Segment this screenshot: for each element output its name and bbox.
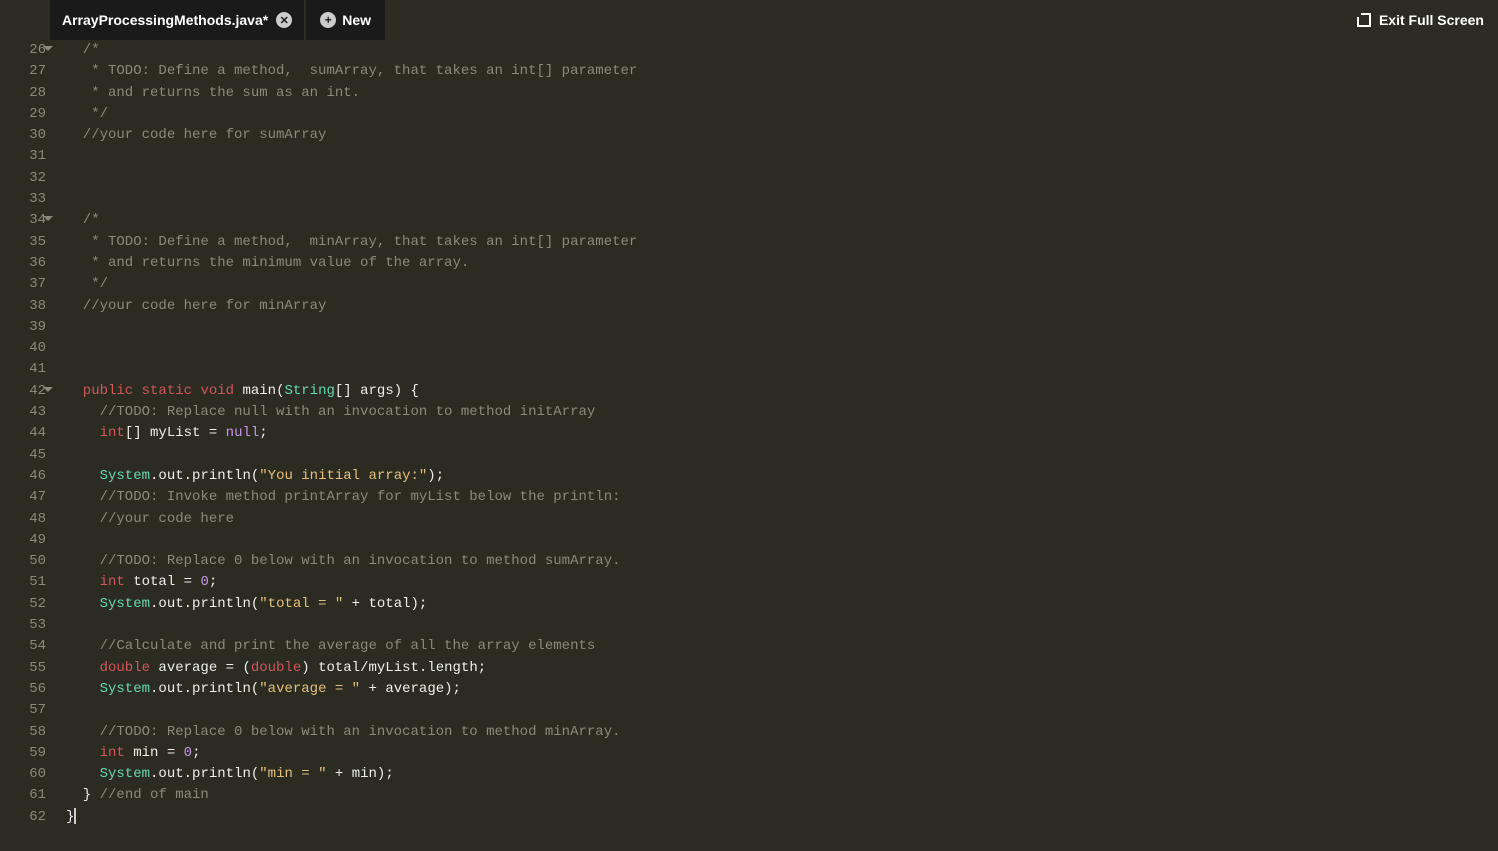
line-number: 47 bbox=[0, 487, 46, 508]
line-number: 61 bbox=[0, 785, 46, 806]
code-line[interactable] bbox=[66, 530, 1498, 551]
code-line[interactable]: * TODO: Define a method, minArray, that … bbox=[66, 232, 1498, 253]
line-number: 30 bbox=[0, 125, 46, 146]
code-line[interactable]: double average = (double) total/myList.l… bbox=[66, 658, 1498, 679]
code-line[interactable]: System.out.println("average = " + averag… bbox=[66, 679, 1498, 700]
line-number: 35 bbox=[0, 232, 46, 253]
code-line[interactable]: int total = 0; bbox=[66, 572, 1498, 593]
code-line[interactable] bbox=[66, 445, 1498, 466]
line-number: 53 bbox=[0, 615, 46, 636]
fold-icon[interactable] bbox=[43, 387, 53, 392]
code-line[interactable] bbox=[66, 168, 1498, 189]
line-number: 38 bbox=[0, 296, 46, 317]
exit-fullscreen-button[interactable]: Exit Full Screen bbox=[1357, 0, 1484, 40]
code-line[interactable] bbox=[66, 146, 1498, 167]
code-line[interactable]: //TODO: Replace 0 below with an invocati… bbox=[66, 551, 1498, 572]
line-number: 42 bbox=[0, 381, 46, 402]
code-content[interactable]: /* * TODO: Define a method, sumArray, th… bbox=[56, 40, 1498, 851]
code-line[interactable] bbox=[66, 615, 1498, 636]
code-line[interactable]: //TODO: Invoke method printArray for myL… bbox=[66, 487, 1498, 508]
line-number: 60 bbox=[0, 764, 46, 785]
line-number: 62 bbox=[0, 807, 46, 828]
line-number: 39 bbox=[0, 317, 46, 338]
code-line[interactable] bbox=[66, 189, 1498, 210]
code-line[interactable] bbox=[66, 700, 1498, 721]
tab-title: ArrayProcessingMethods.java* bbox=[62, 12, 268, 28]
line-number: 28 bbox=[0, 83, 46, 104]
new-tab-button[interactable]: + New bbox=[306, 0, 385, 40]
close-icon[interactable]: ✕ bbox=[276, 12, 292, 28]
code-line[interactable]: public static void main(String[] args) { bbox=[66, 381, 1498, 402]
code-line[interactable]: int min = 0; bbox=[66, 743, 1498, 764]
line-number: 50 bbox=[0, 551, 46, 572]
line-number: 27 bbox=[0, 61, 46, 82]
line-number: 33 bbox=[0, 189, 46, 210]
code-line[interactable]: //Calculate and print the average of all… bbox=[66, 636, 1498, 657]
exit-fullscreen-label: Exit Full Screen bbox=[1379, 12, 1484, 28]
code-line[interactable] bbox=[66, 317, 1498, 338]
text-cursor bbox=[74, 808, 76, 824]
code-line[interactable]: //TODO: Replace 0 below with an invocati… bbox=[66, 722, 1498, 743]
line-number: 43 bbox=[0, 402, 46, 423]
line-number: 29 bbox=[0, 104, 46, 125]
code-line[interactable]: //your code here for sumArray bbox=[66, 125, 1498, 146]
line-number: 48 bbox=[0, 509, 46, 530]
code-line[interactable]: //TODO: Replace null with an invocation … bbox=[66, 402, 1498, 423]
line-number: 46 bbox=[0, 466, 46, 487]
line-number: 56 bbox=[0, 679, 46, 700]
fullscreen-icon bbox=[1357, 13, 1371, 27]
fold-icon[interactable] bbox=[43, 216, 53, 221]
code-line[interactable]: //your code here for minArray bbox=[66, 296, 1498, 317]
line-number: 54 bbox=[0, 636, 46, 657]
code-line[interactable]: System.out.println("min = " + min); bbox=[66, 764, 1498, 785]
line-number: 37 bbox=[0, 274, 46, 295]
line-number: 58 bbox=[0, 722, 46, 743]
code-line[interactable]: */ bbox=[66, 274, 1498, 295]
file-tab[interactable]: ArrayProcessingMethods.java* ✕ bbox=[50, 0, 304, 40]
line-number: 52 bbox=[0, 594, 46, 615]
code-line[interactable]: int[] myList = null; bbox=[66, 423, 1498, 444]
line-number: 59 bbox=[0, 743, 46, 764]
line-number: 34 bbox=[0, 210, 46, 231]
code-line[interactable]: * TODO: Define a method, sumArray, that … bbox=[66, 61, 1498, 82]
line-number: 32 bbox=[0, 168, 46, 189]
code-line[interactable]: /* bbox=[66, 210, 1498, 231]
code-line[interactable]: */ bbox=[66, 104, 1498, 125]
plus-icon: + bbox=[320, 12, 336, 28]
code-line[interactable] bbox=[66, 359, 1498, 380]
code-line[interactable]: } bbox=[66, 807, 1498, 828]
code-line[interactable]: } //end of main bbox=[66, 785, 1498, 806]
line-number: 49 bbox=[0, 530, 46, 551]
line-number: 26 bbox=[0, 40, 46, 61]
line-number: 44 bbox=[0, 423, 46, 444]
line-number-gutter: 2627282930313233343536373839404142434445… bbox=[0, 40, 56, 851]
code-line[interactable]: System.out.println("You initial array:")… bbox=[66, 466, 1498, 487]
line-number: 51 bbox=[0, 572, 46, 593]
titlebar: ArrayProcessingMethods.java* ✕ + New Exi… bbox=[0, 0, 1498, 40]
line-number: 31 bbox=[0, 146, 46, 167]
line-number: 41 bbox=[0, 359, 46, 380]
code-line[interactable]: /* bbox=[66, 40, 1498, 61]
fold-icon[interactable] bbox=[43, 46, 53, 51]
line-number: 55 bbox=[0, 658, 46, 679]
line-number: 36 bbox=[0, 253, 46, 274]
code-line[interactable]: * and returns the minimum value of the a… bbox=[66, 253, 1498, 274]
code-line[interactable]: //your code here bbox=[66, 509, 1498, 530]
code-line[interactable]: System.out.println("total = " + total); bbox=[66, 594, 1498, 615]
code-line[interactable] bbox=[66, 338, 1498, 359]
line-number: 40 bbox=[0, 338, 46, 359]
code-line[interactable]: * and returns the sum as an int. bbox=[66, 83, 1498, 104]
code-editor[interactable]: 2627282930313233343536373839404142434445… bbox=[0, 40, 1498, 851]
new-tab-label: New bbox=[342, 12, 371, 28]
line-number: 45 bbox=[0, 445, 46, 466]
line-number: 57 bbox=[0, 700, 46, 721]
